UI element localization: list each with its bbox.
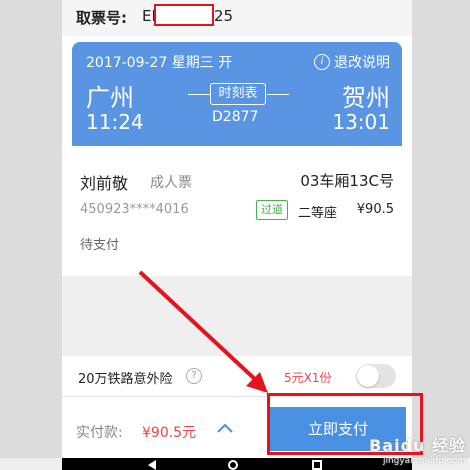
annotation-arrow-icon [138, 270, 268, 393]
watermark-brand: Baidu 经验 [369, 436, 466, 455]
watermark: Baidu 经验 jingyan.baidu.com [369, 432, 466, 466]
watermark-url: jingyan.baidu.com [382, 456, 466, 466]
